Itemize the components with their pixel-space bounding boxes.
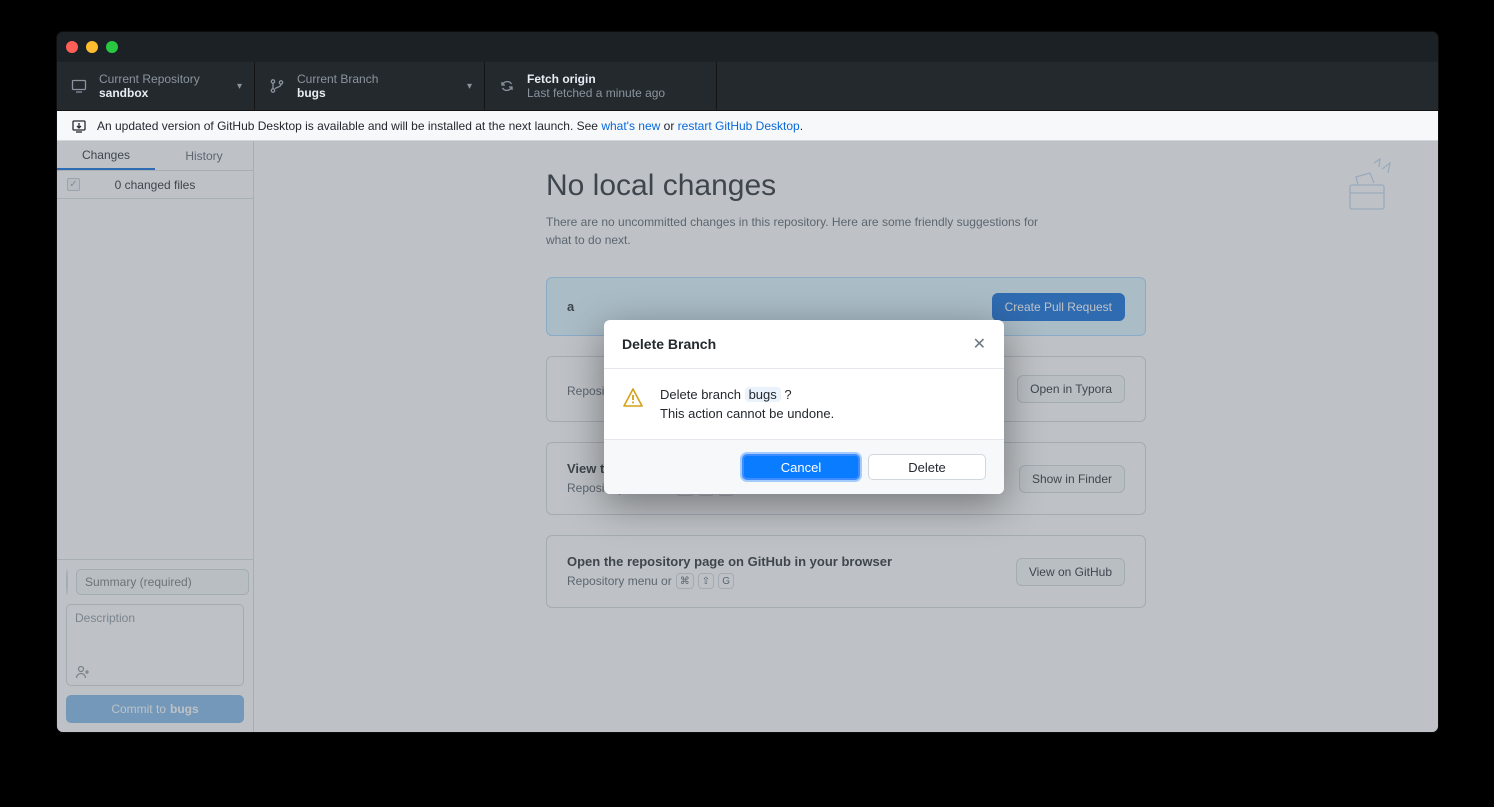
update-banner: An updated version of GitHub Desktop is … — [57, 111, 1438, 141]
warning-icon — [622, 387, 644, 409]
fetch-label: Fetch origin — [527, 72, 665, 86]
download-icon — [71, 118, 87, 134]
branch-selector[interactable]: Current Branch bugs ▾ — [255, 62, 485, 110]
chevron-down-icon: ▾ — [237, 81, 242, 92]
dialog-body: Delete branch bugs ? This action cannot … — [660, 387, 834, 421]
window-zoom-button[interactable] — [106, 41, 118, 53]
app-window: Current Repository sandbox ▾ Current Bra… — [57, 32, 1438, 732]
repo-selector[interactable]: Current Repository sandbox ▾ — [57, 62, 255, 110]
cancel-button[interactable]: Cancel — [742, 454, 860, 480]
fetch-sub: Last fetched a minute ago — [527, 86, 665, 100]
branch-label: Current Branch — [297, 72, 378, 86]
update-text: An updated version of GitHub Desktop is … — [97, 119, 803, 133]
dialog-title: Delete Branch — [622, 336, 716, 352]
delete-button[interactable]: Delete — [868, 454, 986, 480]
computer-icon — [71, 78, 87, 94]
chevron-down-icon: ▾ — [467, 81, 472, 92]
whats-new-link[interactable]: what's new — [601, 119, 660, 133]
branch-value: bugs — [297, 86, 378, 100]
branch-chip: bugs — [745, 387, 781, 402]
repo-value: sandbox — [99, 86, 200, 100]
restart-link[interactable]: restart GitHub Desktop — [678, 119, 800, 133]
git-branch-icon — [269, 78, 285, 94]
delete-branch-dialog: Delete Branch ✕ Delete branch bugs ? Thi… — [604, 320, 1004, 494]
window-close-button[interactable] — [66, 41, 78, 53]
repo-label: Current Repository — [99, 72, 200, 86]
titlebar — [57, 32, 1438, 62]
sync-icon — [499, 78, 515, 94]
toolbar: Current Repository sandbox ▾ Current Bra… — [57, 62, 1438, 111]
fetch-button[interactable]: Fetch origin Last fetched a minute ago — [485, 62, 717, 110]
dialog-close-button[interactable]: ✕ — [973, 334, 986, 354]
window-minimize-button[interactable] — [86, 41, 98, 53]
